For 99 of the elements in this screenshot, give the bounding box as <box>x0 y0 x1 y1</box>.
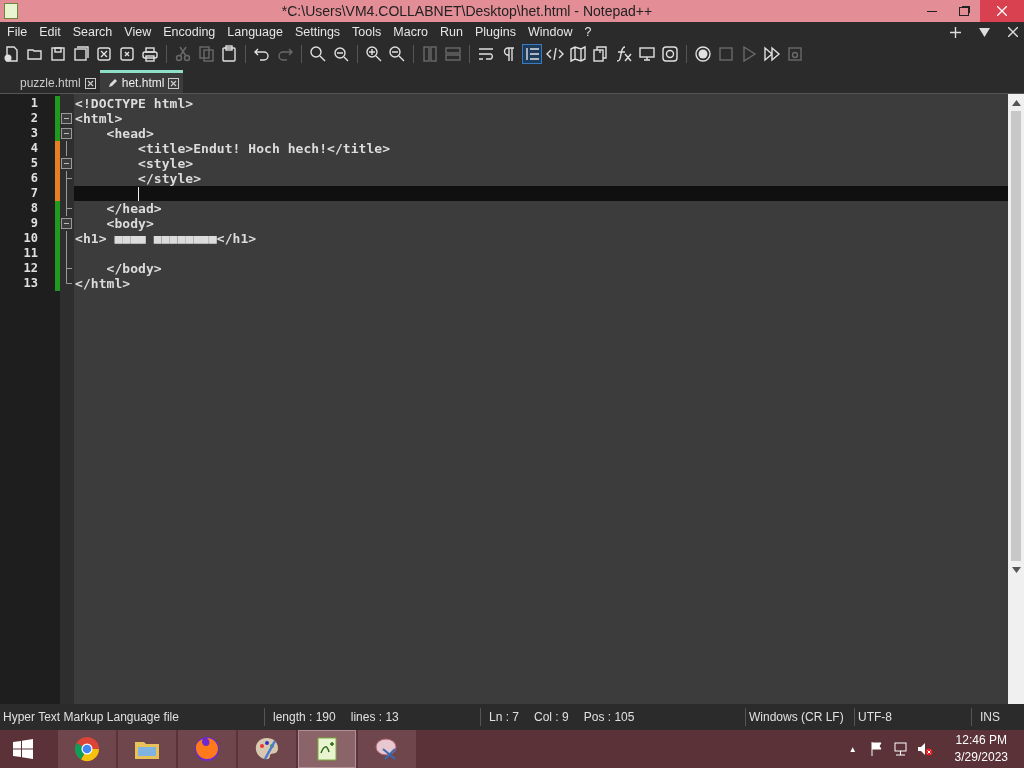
close-icon <box>997 6 1007 16</box>
printer-icon[interactable] <box>141 45 159 63</box>
menu-item[interactable]: Search <box>66 25 119 39</box>
indent-guide-icon[interactable] <box>523 45 541 63</box>
code-line: <body> <box>105 216 154 231</box>
line-number: 7 <box>29 186 39 201</box>
code-line: <style> <box>137 156 194 171</box>
plus-icon[interactable] <box>950 26 961 38</box>
taskbar-app[interactable] <box>118 730 176 768</box>
menu-item[interactable]: Language <box>221 25 289 39</box>
status-text: Windows (CR LF) <box>749 710 844 724</box>
clipboard-icon[interactable] <box>220 45 238 63</box>
menu-item[interactable]: Macro <box>387 25 435 39</box>
line-number: 5 <box>29 156 39 171</box>
muted-speaker-icon[interactable] <box>916 741 933 757</box>
code-line: </style> <box>137 171 202 186</box>
status-text: length : 190 <box>273 710 336 724</box>
menu-item[interactable]: Settings <box>288 25 347 39</box>
code-line: <html> <box>74 111 123 126</box>
notepad-icon <box>4 3 18 19</box>
code-line: <title>Endut! Hoch hech!</title> <box>137 141 391 156</box>
save-all-icon[interactable] <box>72 45 90 63</box>
scrollbar[interactable] <box>1008 94 1024 704</box>
window-title: *C:\Users\VM4.COLLABNET\Desktop\het.html - Notepad++ <box>280 3 654 19</box>
line-number: 9 <box>29 216 39 231</box>
line-number: 3 <box>29 126 39 141</box>
flag-icon[interactable] <box>868 741 885 757</box>
status-text: Ln : 7 <box>489 710 520 724</box>
documents-icon[interactable] <box>592 45 610 63</box>
replace-icon[interactable] <box>332 45 350 63</box>
fold-box-icon[interactable] <box>61 113 72 124</box>
function-icon[interactable] <box>615 45 633 63</box>
line-number: 13 <box>22 276 39 291</box>
zoom-in-icon[interactable] <box>365 45 383 63</box>
status-text: INS <box>980 710 1000 724</box>
fold-box-icon[interactable] <box>61 158 72 169</box>
menu-item[interactable]: ? <box>578 25 598 39</box>
menu-item[interactable]: Encoding <box>157 25 222 39</box>
close-icon[interactable] <box>1008 27 1018 37</box>
text-cursor <box>138 186 139 201</box>
windows-start-icon[interactable] <box>13 739 33 759</box>
menu-item[interactable]: View <box>118 25 158 39</box>
dropdown-icon[interactable] <box>979 27 990 37</box>
browser-icon <box>73 735 101 763</box>
taskbar-app[interactable] <box>358 730 416 768</box>
status-text: Hyper Text Markup Language file <box>3 710 179 724</box>
map-icon[interactable] <box>569 45 587 63</box>
status-text: Pos : 105 <box>583 710 635 724</box>
taskbar-app[interactable] <box>298 730 356 768</box>
taskbar-app[interactable] <box>238 730 296 768</box>
menu-item[interactable]: Window <box>521 25 579 39</box>
code-tag-icon[interactable] <box>546 45 564 63</box>
close-icon[interactable] <box>84 77 96 89</box>
close-button[interactable] <box>980 0 1024 22</box>
menu-item[interactable]: Run <box>434 25 469 39</box>
word-wrap-icon[interactable] <box>477 45 495 63</box>
line-number: 2 <box>29 111 39 126</box>
code-line: </body> <box>105 261 162 276</box>
status-text: UTF-8 <box>858 710 892 724</box>
close-all-icon[interactable] <box>118 45 136 63</box>
code-line: <!DOCTYPE html> <box>74 96 194 111</box>
menu-item[interactable]: Edit <box>33 25 67 39</box>
monitor-icon[interactable] <box>638 45 656 63</box>
down-arrow-icon[interactable] <box>1011 566 1021 573</box>
code-line: </head> <box>105 201 162 216</box>
menu-item[interactable]: Tools <box>346 25 388 39</box>
line-number: 11 <box>22 246 39 261</box>
close-file-icon[interactable] <box>95 45 113 63</box>
up-arrow-icon[interactable] <box>1011 99 1021 106</box>
record-icon[interactable] <box>694 45 712 63</box>
zoom-out-icon[interactable] <box>388 45 406 63</box>
line-number: 4 <box>29 141 39 156</box>
menu-item[interactable]: Plugins <box>468 25 522 39</box>
line-number: 1 <box>29 96 39 111</box>
save-icon[interactable] <box>49 45 67 63</box>
pencil-icon <box>107 78 118 88</box>
camera-icon[interactable] <box>661 45 679 63</box>
fold-box-icon[interactable] <box>61 218 72 229</box>
new-file-icon[interactable] <box>3 45 21 63</box>
file-tab[interactable]: het.html <box>99 70 184 93</box>
taskbar-app[interactable] <box>178 730 236 768</box>
fold-box-icon[interactable] <box>61 128 72 139</box>
search-icon[interactable] <box>309 45 327 63</box>
line-number: 6 <box>29 171 39 186</box>
line-number: 8 <box>29 201 39 216</box>
fast-forward-icon[interactable] <box>763 45 781 63</box>
status-text: lines : 13 <box>350 710 399 724</box>
clock[interactable]: 12:46 PM 3/29/2023 <box>954 732 1008 766</box>
taskbar-app[interactable] <box>58 730 116 768</box>
network-icon[interactable] <box>892 741 909 757</box>
code-line: <h1> ■■■■ ■■■■■■■■</h1> <box>74 231 257 246</box>
close-icon[interactable] <box>168 77 180 89</box>
status-text: Col : 9 <box>534 710 569 724</box>
show-hidden-icons[interactable]: ▲ <box>848 744 857 754</box>
line-number: 10 <box>22 231 39 246</box>
menu-item[interactable]: File <box>1 25 34 39</box>
code-line: </html> <box>74 276 131 291</box>
line-number: 12 <box>22 261 39 276</box>
code-line: <head> <box>105 126 154 141</box>
